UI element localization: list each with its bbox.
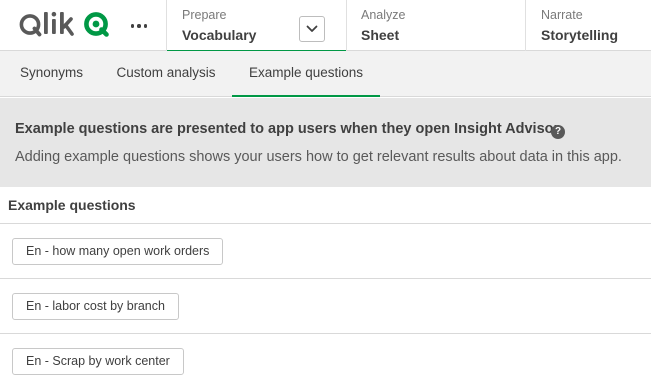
chevron-down-icon (306, 25, 318, 32)
nav-narrate[interactable]: Narrate Storytelling (525, 0, 651, 51)
top-bar: Prepare Vocabulary Analyze Sheet Narrate… (0, 0, 651, 52)
banner-title: Example questions are presented to app u… (15, 121, 563, 137)
nav-analyze[interactable]: Analyze Sheet (346, 0, 525, 51)
qlik-logo[interactable] (19, 9, 113, 41)
nav-prepare-label: Prepare (182, 8, 227, 22)
nav-prepare-value: Vocabulary (182, 27, 257, 43)
nav-prepare[interactable]: Prepare Vocabulary (167, 0, 346, 52)
list-header: Example questions (0, 188, 651, 224)
list-header-label: Example questions (8, 197, 136, 213)
nav-narrate-label: Narrate (541, 8, 583, 22)
nav-analyze-value: Sheet (361, 27, 400, 43)
banner-description: Adding example questions shows your user… (15, 149, 622, 165)
nav-narrate-value: Storytelling (541, 27, 619, 43)
list-item: En - labor cost by branch (0, 279, 651, 334)
list-item: En - Scrap by work center (0, 334, 651, 387)
nav-analyze-label: Analyze (361, 8, 406, 22)
list-item: En - how many open work orders (0, 224, 651, 279)
vocabulary-tabs: Synonyms Custom analysis Example questio… (0, 51, 651, 97)
tab-custom-analysis[interactable]: Custom analysis (102, 51, 230, 97)
tab-synonyms[interactable]: Synonyms (6, 51, 97, 97)
prepare-dropdown-button[interactable] (299, 16, 325, 42)
example-question-button[interactable]: En - labor cost by branch (12, 293, 179, 320)
help-icon[interactable]: ? (551, 125, 565, 139)
more-horizontal-icon[interactable] (127, 14, 151, 38)
example-question-button[interactable]: En - Scrap by work center (12, 348, 184, 375)
tab-example-questions[interactable]: Example questions (232, 51, 380, 97)
info-banner: Example questions are presented to app u… (0, 98, 651, 187)
example-question-button[interactable]: En - how many open work orders (12, 238, 224, 265)
